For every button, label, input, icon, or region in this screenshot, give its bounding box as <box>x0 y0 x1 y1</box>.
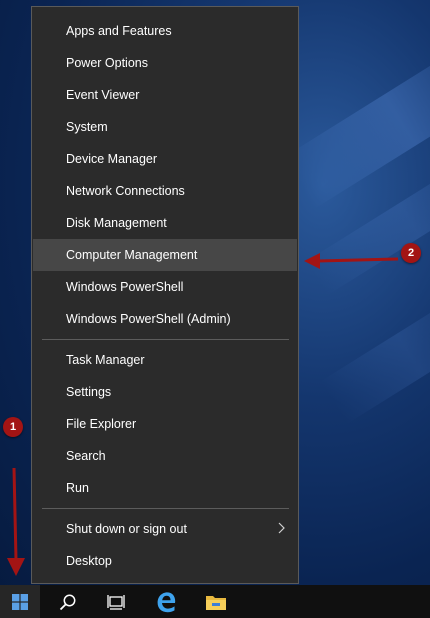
menu-item-apps-and-features[interactable]: Apps and Features <box>33 15 297 47</box>
menu-item-windows-powershell-admin[interactable]: Windows PowerShell (Admin) <box>33 303 297 335</box>
edge-taskbar-button[interactable] <box>146 585 186 618</box>
menu-item-task-manager[interactable]: Task Manager <box>33 344 297 376</box>
chevron-right-icon <box>278 522 285 534</box>
wallpaper-streak <box>320 286 430 424</box>
menu-item-shut-down-or-sign-out[interactable]: Shut down or sign out <box>33 513 297 545</box>
taskbar-search-button[interactable] <box>48 585 88 618</box>
winx-context-menu: Apps and Features Power Options Event Vi… <box>31 6 299 584</box>
annotation-badge-1: 1 <box>3 417 23 437</box>
menu-item-desktop[interactable]: Desktop <box>33 545 297 577</box>
menu-item-label: Shut down or sign out <box>66 522 187 536</box>
start-button[interactable] <box>0 585 40 618</box>
windows-start-icon <box>12 593 28 610</box>
menu-item-windows-powershell[interactable]: Windows PowerShell <box>33 271 297 303</box>
menu-item-disk-management[interactable]: Disk Management <box>33 207 297 239</box>
taskbar <box>0 585 430 618</box>
wallpaper-streak <box>282 30 430 210</box>
search-icon <box>59 594 76 610</box>
menu-item-network-connections[interactable]: Network Connections <box>33 175 297 207</box>
annotation-arrow-down <box>7 467 25 576</box>
menu-item-file-explorer[interactable]: File Explorer <box>33 408 297 440</box>
menu-item-device-manager[interactable]: Device Manager <box>33 143 297 175</box>
annotation-arrow-left <box>304 253 399 269</box>
menu-item-search[interactable]: Search <box>33 440 297 472</box>
menu-item-power-options[interactable]: Power Options <box>33 47 297 79</box>
file-explorer-taskbar-button[interactable] <box>196 585 236 618</box>
menu-item-computer-management[interactable]: Computer Management <box>33 239 297 271</box>
task-view-icon <box>107 594 125 610</box>
menu-item-settings[interactable]: Settings <box>33 376 297 408</box>
file-explorer-icon <box>206 595 226 610</box>
menu-item-event-viewer[interactable]: Event Viewer <box>33 79 297 111</box>
menu-item-run[interactable]: Run <box>33 472 297 504</box>
task-view-button[interactable] <box>96 585 136 618</box>
annotation-badge-2: 2 <box>401 243 421 263</box>
menu-item-system[interactable]: System <box>33 111 297 143</box>
menu-separator <box>42 508 289 509</box>
menu-separator <box>42 339 289 340</box>
edge-icon <box>157 591 176 612</box>
